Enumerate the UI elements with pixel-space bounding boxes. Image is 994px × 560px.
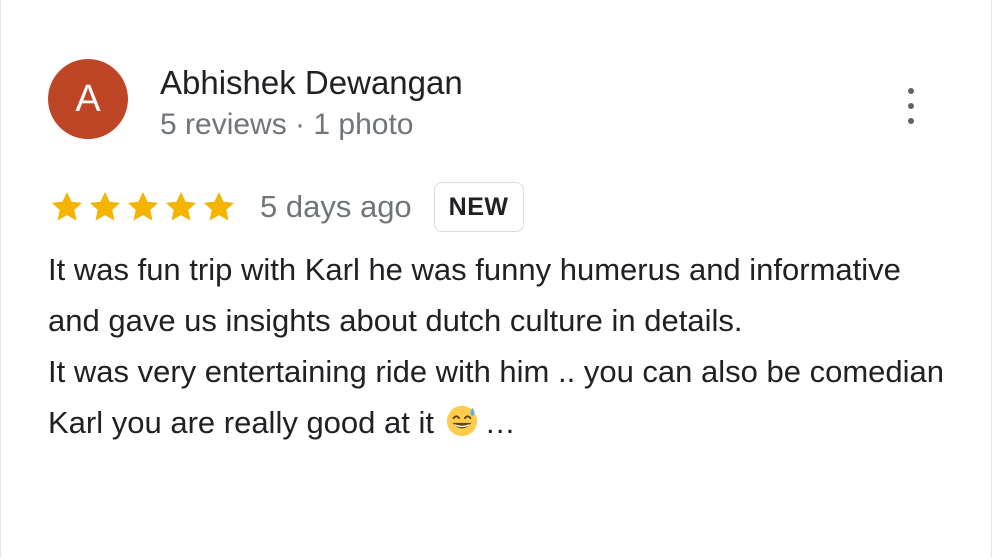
review-header: A Abhishek Dewangan 5 reviews · 1 photo xyxy=(48,59,463,145)
star-icon xyxy=(51,191,83,221)
review-text: It was fun trip with Karl he was funny h… xyxy=(48,244,948,448)
review-card: A Abhishek Dewangan 5 reviews · 1 photo … xyxy=(0,0,992,558)
rating-row: 5 days ago NEW xyxy=(48,181,524,233)
more-vertical-icon-dot xyxy=(908,118,914,124)
author-name[interactable]: Abhishek Dewangan xyxy=(160,63,463,103)
star-rating xyxy=(48,188,238,226)
star-icon xyxy=(203,191,235,221)
new-badge: NEW xyxy=(433,182,524,232)
author-meta: 5 reviews · 1 photo xyxy=(160,108,414,141)
review-paragraph: It was fun trip with Karl he was funny h… xyxy=(48,252,901,338)
star-icon xyxy=(127,191,159,221)
more-vertical-icon-dot xyxy=(908,103,914,109)
review-paragraph: It was very entertaining ride with him .… xyxy=(48,346,948,448)
truncation-ellipsis[interactable]: … xyxy=(485,405,516,440)
more-options-button[interactable] xyxy=(897,88,925,124)
star-icon xyxy=(89,191,121,221)
avatar[interactable]: A xyxy=(48,59,128,139)
more-vertical-icon xyxy=(908,88,914,94)
grinning-sweat-emoji-icon xyxy=(446,405,477,437)
review-date: 5 days ago xyxy=(260,189,412,224)
star-icon xyxy=(165,191,197,221)
author-info: Abhishek Dewangan 5 reviews · 1 photo xyxy=(160,63,463,145)
